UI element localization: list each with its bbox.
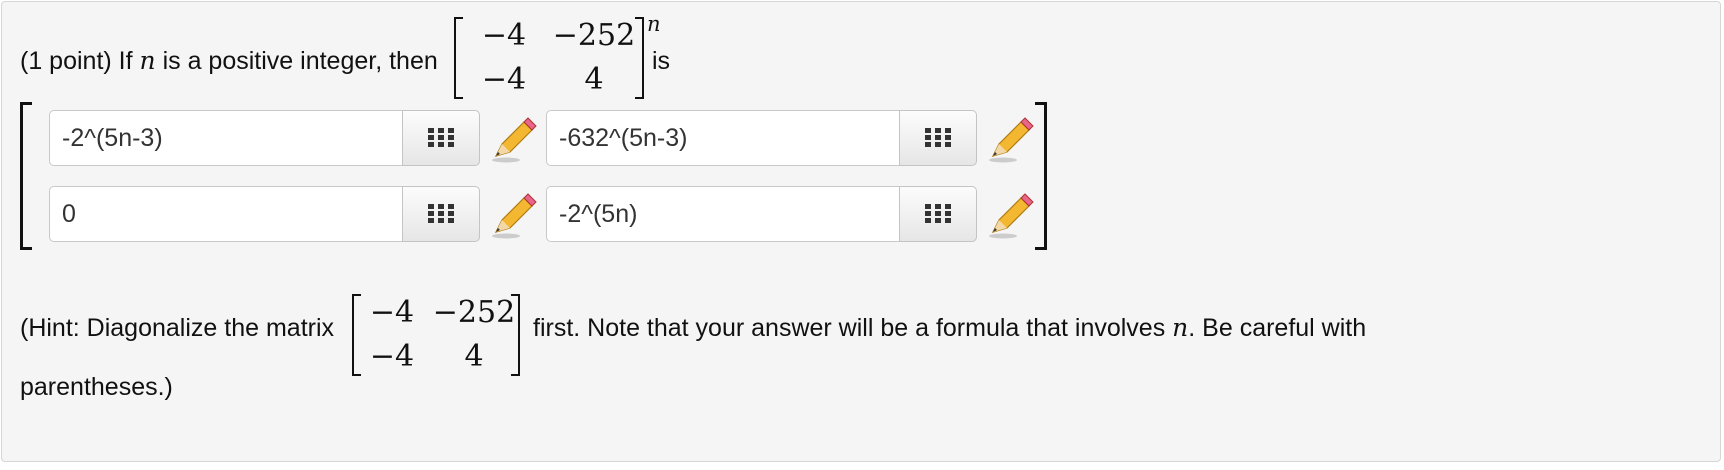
question-var-n: n — [139, 46, 156, 75]
matrix-a12: −252 — [552, 18, 636, 53]
pencil-icon[interactable] — [985, 190, 1035, 240]
hint-matrix: −4 −252 −4 4 — [352, 294, 520, 376]
problem-panel: (1 point) If n is a positive integer, th… — [1, 1, 1721, 462]
hint-prefix: (Hint: Diagonalize the matrix — [20, 314, 335, 342]
answer-input-r1c1[interactable]: -2^(5n-3) — [49, 110, 407, 166]
matrix-a21: −4 — [481, 62, 527, 97]
answer-input-r2c1[interactable]: 0 — [49, 186, 407, 242]
hint-text: first. Note that your answer will be a f… — [533, 313, 1366, 343]
matrix-a11: −4 — [369, 295, 415, 330]
hint-middle: first. Note that your answer will be a f… — [533, 314, 1166, 342]
keypad-button-r2c2[interactable] — [899, 186, 977, 242]
keypad-icon — [925, 128, 951, 147]
question-prefix: (1 point) If — [20, 47, 133, 75]
hint-line2: parentheses.) — [20, 373, 173, 401]
matrix-a11: −4 — [481, 18, 527, 53]
pencil-icon[interactable] — [985, 114, 1035, 164]
question-middle: is a positive integer, then — [162, 47, 438, 75]
answer-input-r2c2[interactable]: -2^(5n) — [546, 186, 904, 242]
keypad-icon — [428, 204, 454, 223]
pencil-icon[interactable] — [488, 190, 538, 240]
question-matrix: −4 −252 −4 4 — [454, 17, 644, 99]
matrix-a22: 4 — [464, 339, 484, 374]
matrix-right-bracket — [511, 294, 520, 376]
keypad-icon — [925, 204, 951, 223]
matrix-right-bracket — [635, 17, 644, 99]
keypad-button-r1c1[interactable] — [402, 110, 480, 166]
matrix-a21: −4 — [369, 339, 415, 374]
answer-left-bracket — [20, 102, 32, 250]
answer-input-r1c2[interactable]: -632^(5n-3) — [546, 110, 904, 166]
keypad-button-r1c2[interactable] — [899, 110, 977, 166]
hint-var-n: n — [1172, 313, 1189, 342]
matrix-exponent: n — [647, 12, 661, 36]
keypad-icon — [428, 128, 454, 147]
hint-after-n: . Be careful with — [1188, 314, 1367, 342]
keypad-button-r2c1[interactable] — [402, 186, 480, 242]
matrix-a22: 4 — [584, 62, 604, 97]
pencil-icon[interactable] — [488, 114, 538, 164]
question-suffix: is — [652, 47, 671, 75]
question-text: (1 point) If n is a positive integer, th… — [20, 46, 438, 76]
matrix-a12: −252 — [432, 295, 516, 330]
answer-right-bracket — [1035, 102, 1047, 250]
